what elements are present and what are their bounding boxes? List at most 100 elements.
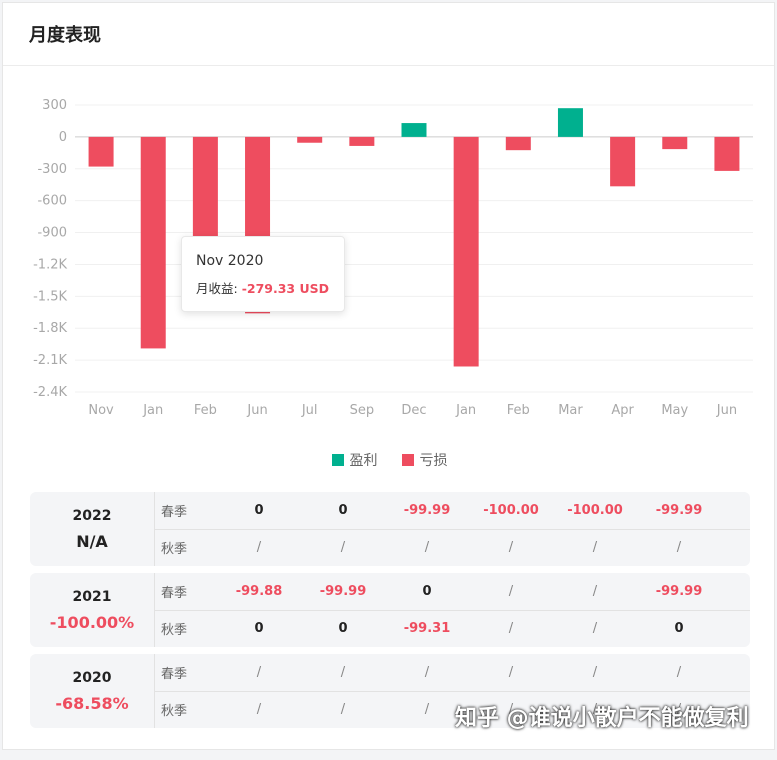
- year-total-return: N/A: [76, 531, 108, 551]
- year-block-2021: 2021 -100.00% 春季 -99.88 -99.99 0 / / -99.99 秋季 0 0 -…: [30, 573, 750, 647]
- year-label: 2021: [72, 588, 112, 605]
- year-block-2022: 2022 N/A 春季 0 0 -99.99 -100.00 -100.00 -99.99 秋季 /…: [30, 492, 750, 566]
- bar-1[interactable]: [140, 136, 166, 349]
- season-label: 秋季: [161, 704, 188, 719]
- year-label: 2020: [72, 669, 112, 686]
- x-tick-label: Sep: [350, 403, 375, 418]
- monthly-performance-card: 月度表现 300 0 -300 -600 -900 -1.2K -1.5K -1.8K -2.1…: [2, 2, 775, 750]
- season-row: 春季 -99.88 -99.99 0 / / -99.99: [155, 573, 750, 611]
- tooltip-value: -279.33 USD: [241, 281, 329, 296]
- year-total-return: -68.58%: [55, 693, 129, 713]
- return-cell: -99.99: [403, 503, 451, 518]
- year-summary: 2020 -68.58%: [30, 654, 155, 728]
- season-row: 春季 0 0 -99.99 -100.00 -100.00 -99.99: [155, 492, 750, 530]
- return-cell: 0: [422, 584, 432, 599]
- legend-item-profit[interactable]: 盈利: [331, 450, 378, 470]
- year-label: 2022: [72, 507, 112, 524]
- season-row: 秋季 / / / / / /: [155, 529, 750, 566]
- bar-4[interactable]: [297, 136, 323, 143]
- legend-label-profit: 盈利: [349, 453, 378, 469]
- y-tick-label: 0: [59, 130, 67, 145]
- return-cell: /: [256, 540, 262, 555]
- return-cell: /: [508, 665, 514, 680]
- return-cell: -99.31: [403, 621, 451, 636]
- return-cell: /: [256, 702, 262, 717]
- return-cell: 0: [338, 503, 348, 518]
- return-cell: /: [424, 540, 430, 555]
- year-total-return: -100.00%: [49, 612, 135, 632]
- return-cell: -99.99: [655, 584, 703, 599]
- return-cell: /: [508, 621, 514, 636]
- legend-label-loss: 亏损: [419, 453, 448, 469]
- x-tick-label: Nov: [88, 403, 114, 418]
- y-tick-label: -900: [37, 226, 67, 241]
- return-cell: /: [508, 540, 514, 555]
- bar-10[interactable]: [610, 136, 636, 187]
- x-tick-label: Feb: [507, 403, 530, 418]
- y-tick-label: -1.2K: [33, 257, 67, 272]
- bar-9[interactable]: [557, 108, 583, 137]
- x-tick-label: Jun: [246, 403, 267, 418]
- y-tick-label: -1.5K: [33, 289, 67, 304]
- y-tick-label: -1.8K: [33, 321, 67, 336]
- y-tick-label: -300: [37, 162, 67, 177]
- return-cell: /: [340, 702, 346, 717]
- legend-swatch-loss: [401, 454, 414, 466]
- return-cell: /: [592, 540, 598, 555]
- tooltip-date: Nov 2020: [196, 253, 264, 269]
- return-cell: /: [592, 665, 598, 680]
- watermark: 知乎 @谁说小散户不能做复利: [455, 706, 749, 731]
- y-tick-label: -600: [37, 194, 67, 209]
- bar-7[interactable]: [453, 136, 479, 367]
- bar-12[interactable]: [714, 136, 740, 171]
- x-tick-label: Jul: [301, 403, 318, 418]
- return-cell: 0: [338, 621, 348, 636]
- return-cell: 0: [254, 503, 264, 518]
- x-tick-label: Dec: [401, 403, 426, 418]
- return-cell: /: [340, 540, 346, 555]
- x-tick-label: Mar: [558, 403, 583, 418]
- tooltip-line: 月收益: -279.33 USD: [196, 278, 344, 297]
- monthly-bar-chart: 300 0 -300 -600 -900 -1.2K -1.5K -1.8K -2.1K -2.4…: [33, 98, 753, 418]
- card-header: 月度表现: [3, 3, 774, 66]
- x-tick-label: Feb: [194, 403, 217, 418]
- year-summary: 2021 -100.00%: [30, 573, 155, 647]
- y-tick-label: -2.1K: [33, 353, 67, 368]
- y-tick-label: 300: [42, 98, 67, 113]
- return-cell: 0: [674, 621, 684, 636]
- return-cell: -99.99: [655, 503, 703, 518]
- return-cell: /: [424, 665, 430, 680]
- season-label: 秋季: [161, 623, 188, 638]
- x-tick-label: Jan: [455, 403, 476, 418]
- season-row: 秋季 0 0 -99.31 / / 0: [155, 610, 750, 647]
- return-cell: /: [592, 621, 598, 636]
- y-tick-label: -2.4K: [33, 385, 67, 400]
- bar-8[interactable]: [505, 136, 531, 151]
- return-cell: -99.99: [319, 584, 367, 599]
- card-title: 月度表现: [29, 25, 101, 46]
- bar-0[interactable]: [88, 136, 114, 167]
- x-tick-label: Jun: [716, 403, 737, 418]
- return-cell: -99.88: [235, 584, 283, 599]
- return-cell: /: [256, 665, 262, 680]
- bar-11[interactable]: [662, 136, 688, 150]
- season-label: 秋季: [161, 542, 188, 557]
- tooltip-label: 月收益:: [196, 281, 242, 296]
- return-cell: /: [340, 665, 346, 680]
- bar-5[interactable]: [349, 136, 375, 146]
- return-cell: 0: [254, 621, 264, 636]
- chart-legend: 盈利 亏损: [3, 450, 776, 470]
- year-summary: 2022 N/A: [30, 492, 155, 566]
- return-cell: -100.00: [567, 503, 623, 518]
- return-cell: /: [592, 584, 598, 599]
- season-label: 春季: [161, 667, 188, 682]
- legend-swatch-profit: [331, 454, 344, 466]
- bar-2[interactable]: [192, 136, 218, 246]
- bar-6[interactable]: [401, 123, 427, 137]
- season-label: 春季: [161, 586, 188, 601]
- return-cell: /: [676, 540, 682, 555]
- x-tick-label: May: [661, 403, 688, 418]
- legend-item-loss[interactable]: 亏损: [401, 450, 448, 470]
- season-label: 春季: [161, 505, 188, 520]
- x-tick-label: Jan: [142, 403, 163, 418]
